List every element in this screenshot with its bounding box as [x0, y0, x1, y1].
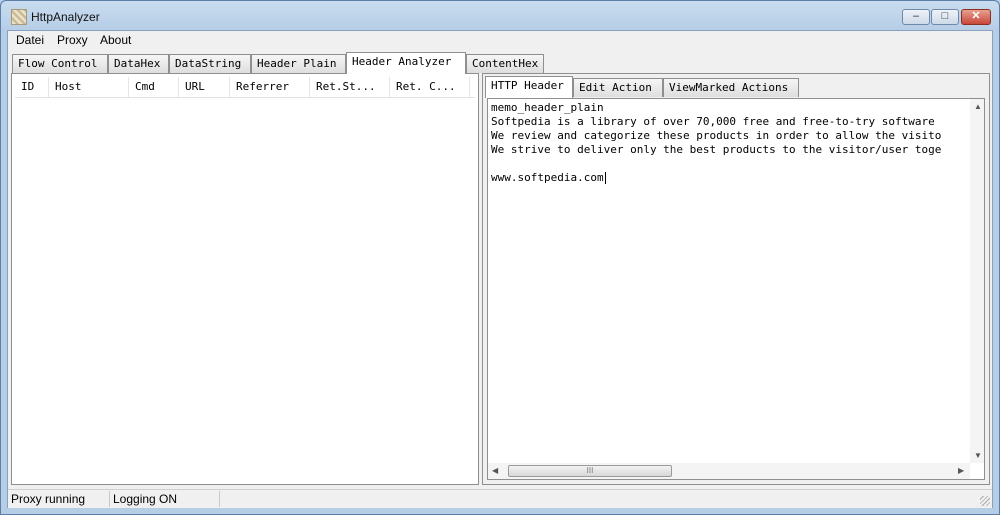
client-area: Datei Proxy About Flow Control DataHex D… [7, 30, 993, 508]
status-bar: Proxy running Logging ON [8, 489, 992, 508]
minimize-button[interactable]: – [902, 9, 930, 25]
menu-about[interactable]: About [100, 33, 131, 47]
memo-line: memo_header_plain [491, 101, 604, 114]
scroll-thumb[interactable]: III [508, 465, 672, 477]
resize-grip-icon[interactable] [980, 496, 990, 506]
memo-line: Softpedia is a library of over 70,000 fr… [491, 115, 935, 128]
column-header-host[interactable]: Host [49, 77, 129, 97]
close-button[interactable]: ✕ [961, 9, 991, 25]
column-header-url[interactable]: URL [179, 77, 230, 97]
status-proxy: Proxy running [8, 491, 110, 507]
title-bar[interactable]: HttpAnalyzer – □ ✕ [1, 1, 999, 31]
tab-datahex[interactable]: DataHex [108, 54, 169, 73]
vertical-scrollbar[interactable]: ▲ ▼ [970, 99, 984, 463]
memo-url-text: www.softpedia.com [491, 171, 604, 184]
request-list[interactable]: ID Host Cmd URL Referrer Ret.St... Ret. … [11, 73, 479, 485]
tab-flow-control[interactable]: Flow Control [12, 54, 108, 73]
tab-datastring[interactable]: DataString [169, 54, 251, 73]
tab-http-header[interactable]: HTTP Header [485, 76, 573, 98]
memo-line: We strive to deliver only the best produ… [491, 143, 942, 156]
horizontal-scrollbar[interactable]: ◀ III ▶ [488, 463, 970, 479]
column-header-ret-code[interactable]: Ret. C... [390, 77, 470, 97]
app-window: HttpAnalyzer – □ ✕ Datei Proxy About Flo… [0, 0, 1000, 515]
maximize-button[interactable]: □ [931, 9, 959, 25]
text-caret [604, 172, 606, 184]
scroll-down-icon[interactable]: ▼ [974, 451, 982, 460]
window-title: HttpAnalyzer [31, 10, 100, 24]
tab-viewmarked-actions[interactable]: ViewMarked Actions [663, 78, 799, 97]
memo-line: We review and categorize these products … [491, 129, 942, 142]
memo-line-url: www.softpedia.com [491, 171, 606, 185]
column-header-ret-status[interactable]: Ret.St... [310, 77, 390, 97]
tab-contenthex[interactable]: ContentHex [466, 54, 544, 73]
menu-bar: Datei Proxy About [8, 31, 992, 50]
column-header-id[interactable]: ID [15, 77, 49, 97]
scroll-right-icon[interactable]: ▶ [958, 466, 964, 475]
tab-header-analyzer[interactable]: Header Analyzer [346, 52, 466, 74]
status-logging: Logging ON [110, 491, 220, 507]
scroll-up-icon[interactable]: ▲ [974, 102, 982, 111]
detail-panel: HTTP Header Edit Action ViewMarked Actio… [482, 73, 990, 485]
tab-header-plain[interactable]: Header Plain [251, 54, 346, 73]
menu-datei[interactable]: Datei [16, 33, 44, 47]
request-list-header: ID Host Cmd URL Referrer Ret.St... Ret. … [15, 77, 475, 98]
tab-edit-action[interactable]: Edit Action [573, 78, 663, 97]
menu-proxy[interactable]: Proxy [57, 33, 88, 47]
scroll-left-icon[interactable]: ◀ [492, 466, 498, 475]
column-header-cmd[interactable]: Cmd [129, 77, 179, 97]
column-header-referrer[interactable]: Referrer [230, 77, 310, 97]
header-memo[interactable]: memo_header_plain Softpedia is a library… [487, 98, 985, 480]
app-icon [11, 9, 27, 25]
